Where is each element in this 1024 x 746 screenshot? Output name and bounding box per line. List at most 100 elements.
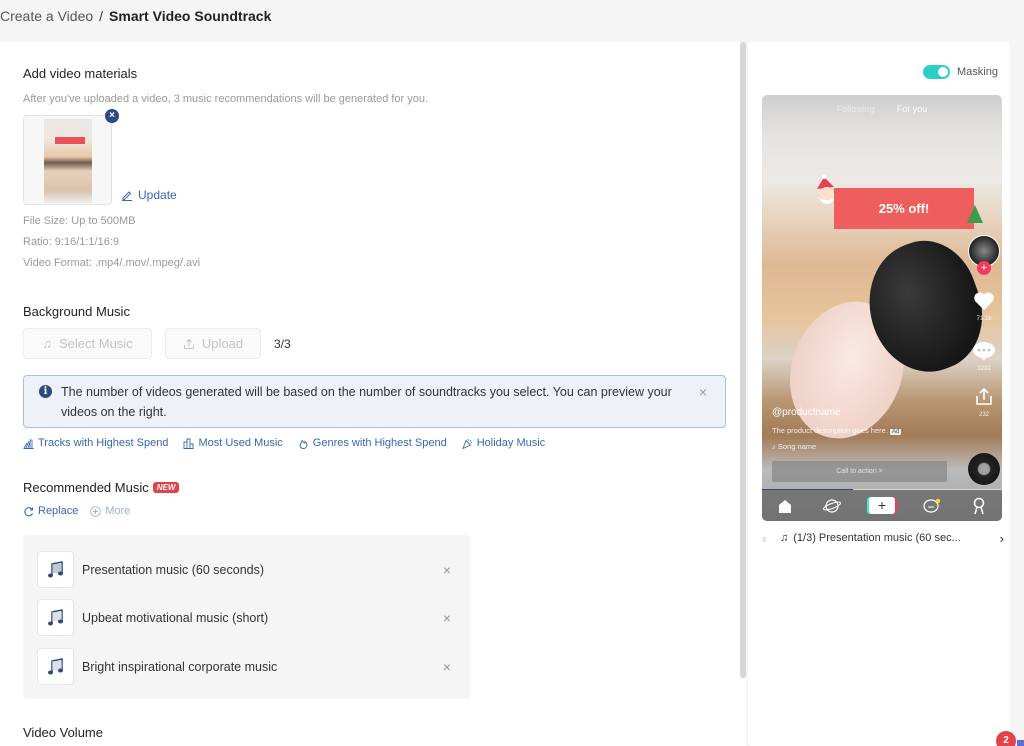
previous-track-button[interactable]: ‹ [762,531,780,546]
main-scrollbar[interactable] [740,42,746,678]
music-note-icon: ♫ [780,532,789,544]
filter-label: Most Used Music [198,437,283,449]
like-count: 71.1k [976,316,992,322]
promo-banner: 25% off! [834,188,974,229]
remove-music-button[interactable]: × [437,562,457,578]
video-thumbnail-banner [55,137,85,144]
heart-icon [974,292,994,310]
upload-icon [183,338,194,349]
replace-label: Replace [38,505,79,517]
home-icon [776,497,794,515]
upload-button[interactable]: Upload [165,328,261,359]
upload-label: Upload [201,336,244,351]
feed-tabs: Following For you [762,104,1002,114]
comment-count: 1231 [977,366,991,372]
video-thumbnail[interactable] [23,115,112,205]
current-track-label: (1/3) Presentation music (60 sec... [793,532,961,544]
recommended-actions: Replace More [23,505,130,517]
page-edge [1010,42,1024,746]
toggle-knob [938,67,948,77]
like-action[interactable]: 71.1k [969,291,999,322]
profile-icon [970,497,988,515]
help-widget-edge[interactable] [1017,740,1024,746]
notification-badge[interactable]: 2 [996,731,1016,746]
select-music-button[interactable]: ♫ Select Music [23,328,152,359]
caption-username: @productname [772,407,841,418]
video-preview[interactable]: Following For you 25% off! + 71.1k 1231 … [762,95,1002,521]
spec-format: Video Format: .mp4/.mov/.mpeg/.avi [23,257,201,269]
video-volume-title: Video Volume [23,725,103,740]
video-thumbnail-image [44,119,92,203]
ad-tag: Ad [890,429,902,435]
caption-song: ♪ Song name [772,442,816,451]
music-track-icon [37,648,74,685]
comment-action[interactable]: 1231 [969,341,999,372]
music-item[interactable]: Presentation music (60 seconds) × [37,551,457,588]
background-music-title: Background Music [23,304,130,319]
app-bottom-nav: + [762,490,1002,521]
recommended-music-list: Presentation music (60 seconds) × Upbeat… [23,535,470,699]
new-badge: NEW [152,482,180,493]
masking-control: Masking [923,65,998,79]
party-icon [462,438,472,449]
flame-icon [299,439,308,449]
preview-track-nav: ‹ ♫ (1/3) Presentation music (60 sec... … [762,530,1004,546]
recommended-music-title: Recommended Music NEW [23,480,180,495]
share-count: 232 [978,412,989,418]
christmas-tree-icon [967,205,983,223]
more-button[interactable]: More [90,505,130,517]
filter-tracks-highest-spend[interactable]: Tracks with Highest Spend [23,437,168,449]
music-filters: Tracks with Highest Spend Most Used Musi… [23,437,545,449]
music-counter: 3/3 [274,337,291,351]
next-track-button[interactable]: › [988,531,1004,546]
inbox-icon [923,497,941,515]
music-item-title: Upbeat motivational music (short) [82,610,269,625]
close-alert-button[interactable]: × [699,382,707,402]
call-to-action-button[interactable]: Call to action > [772,461,947,482]
description-text: The product description goes here. [772,426,888,435]
tab-following: Following [836,104,875,114]
info-alert-text: The number of videos generated will be b… [61,385,672,419]
remove-music-button[interactable]: × [437,610,457,626]
music-note-icon: ♫ [42,336,53,351]
update-video-button[interactable]: Update [121,188,177,202]
replace-button[interactable]: Replace [23,505,78,517]
create-button: + [868,497,895,514]
refresh-icon [24,506,34,516]
comment-icon [973,342,995,361]
share-icon [976,387,992,405]
video-materials-hint: After you've uploaded a video, 3 music r… [23,93,429,105]
filter-label: Holiday Music [476,437,546,449]
recommended-music-label: Recommended Music [23,480,149,495]
breadcrumb-separator: / [99,8,104,24]
video-materials-title: Add video materials [23,66,138,81]
remove-video-button[interactable]: × [105,109,119,123]
update-label: Update [138,188,177,202]
breadcrumb-current: Smart Video Soundtrack [109,8,272,24]
filter-holiday-music[interactable]: Holiday Music [462,437,545,449]
chart-icon [23,438,34,449]
discover-icon [822,497,841,515]
music-item-title: Presentation music (60 seconds) [82,562,265,577]
tab-for-you: For you [896,104,928,114]
bar-chart-icon [183,438,194,449]
masking-toggle[interactable] [923,65,950,79]
select-music-label: Select Music [59,336,133,351]
breadcrumb: Create a Video / Smart Video Soundtrack [0,8,271,24]
music-item[interactable]: Upbeat motivational music (short) × [37,599,457,636]
plus-circle-icon [90,505,102,517]
filter-genres-highest-spend[interactable]: Genres with Highest Spend [298,437,447,449]
music-track-icon [37,551,74,588]
follow-button[interactable]: + [977,261,991,275]
spec-file-size: File Size: Up to 500MB [23,215,136,227]
filter-label: Genres with Highest Spend [312,437,447,449]
pencil-icon [122,191,132,201]
breadcrumb-parent[interactable]: Create a Video [0,8,93,24]
music-item[interactable]: Bright inspirational corporate music × [37,648,457,685]
filter-most-used-music[interactable]: Most Used Music [183,437,283,449]
share-action[interactable]: 232 [969,387,999,418]
spec-ratio: Ratio: 9:16/1:1/16:9 [23,236,120,248]
caption-description: The product description goes here. Ad [772,426,902,435]
remove-music-button[interactable]: × [437,659,457,675]
music-disc-icon [968,453,1000,485]
